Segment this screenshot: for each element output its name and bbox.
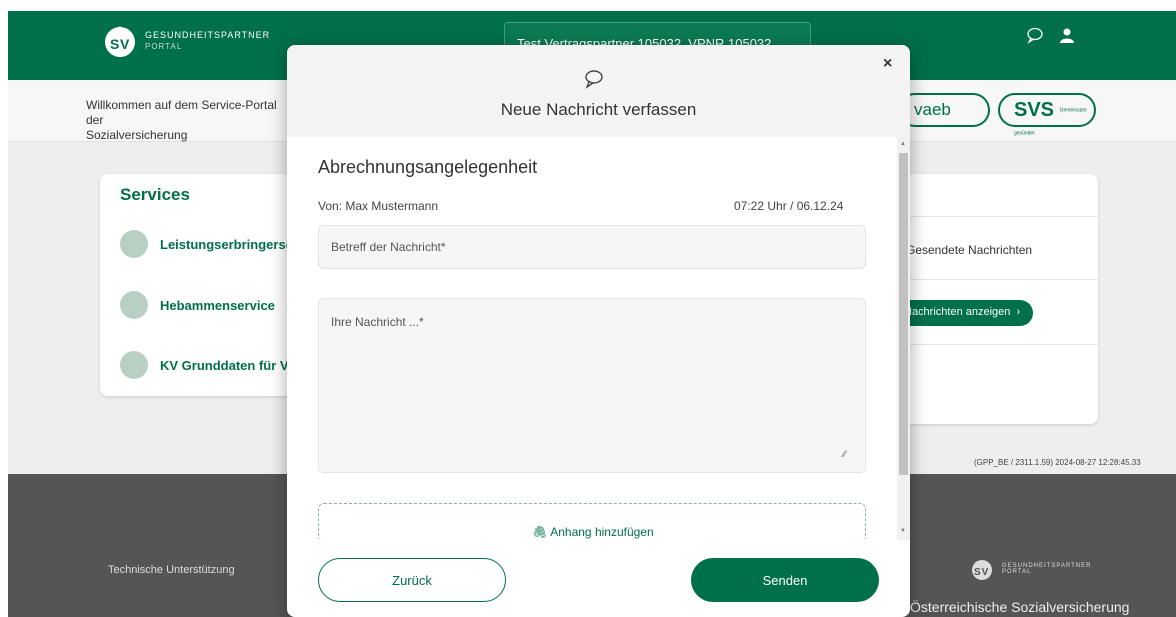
messages-card: Gesendete Nachrichten Nachrichten anzeig…	[888, 174, 1098, 424]
message-category-heading: Abrechnungsangelegenheit	[318, 157, 538, 177]
back-button[interactable]: Zurück	[318, 558, 506, 602]
dialog-body: Abrechnungsangelegenheit Von: Max Muster…	[287, 137, 910, 539]
sv-logo-icon: S V	[105, 26, 135, 57]
close-icon[interactable]: ×	[883, 55, 892, 73]
attachment-dropzone[interactable]: 🖇 Anhang hinzufügen	[318, 503, 866, 539]
send-button[interactable]: Senden	[691, 558, 879, 602]
svg-text:S: S	[110, 36, 119, 52]
portal-logo[interactable]: S V GESUNDHEITSPARTNER PORTAL	[103, 24, 270, 58]
chat-icon[interactable]	[1026, 26, 1044, 44]
footer-logo: SV GESUNDHEITSPARTNER PORTAL	[970, 557, 1091, 581]
version-info: (GPP_BE / 2311.1.59) 2024-08-27 12:28:45…	[974, 458, 1141, 467]
message-textarea[interactable]	[318, 298, 866, 473]
timestamp: 07:22 Uhr / 06.12.24	[734, 199, 844, 213]
paperclip-icon: 🖇	[532, 525, 548, 539]
scroll-thumb[interactable]	[899, 153, 908, 475]
technical-support-link[interactable]: Technische Unterstützung	[108, 564, 235, 576]
services-card: Services Leistungserbringerservice Hebam…	[100, 174, 377, 396]
divider	[888, 279, 1098, 280]
dialog-scrollbar[interactable]: ▲ ▼	[897, 137, 910, 540]
chat-bubble-icon	[585, 70, 603, 89]
dialog-header: Neue Nachricht verfassen ×	[287, 45, 910, 137]
divider	[888, 344, 1098, 345]
user-icon[interactable]	[1058, 26, 1076, 44]
brand-svs-logo[interactable]: SVS Gemeinsam gesünder.	[998, 93, 1096, 137]
svs-name: SVS	[1014, 99, 1055, 121]
logo-line-2: PORTAL	[145, 42, 183, 51]
svg-text:SV: SV	[974, 567, 989, 578]
sender-label: Von: Max Mustermann	[318, 199, 439, 213]
service-label: Hebammenservice	[160, 297, 275, 313]
sent-messages-label: Gesendete Nachrichten	[906, 243, 1033, 257]
compose-message-dialog: Neue Nachricht verfassen × Abrechnungsan…	[287, 45, 910, 617]
footer-logo-line-2: PORTAL	[1002, 569, 1032, 575]
resize-handle-icon[interactable]: ⁄⁄	[843, 449, 846, 459]
logo-line-1: GESUNDHEITSPARTNER	[145, 30, 271, 40]
footer-organization: Österreichische Sozialversicherung	[910, 599, 1130, 615]
service-icon	[120, 230, 148, 258]
logo-text: GESUNDHEITSPARTNER PORTAL	[145, 30, 270, 52]
welcome-text: Willkommen auf dem Service-Portal der So…	[86, 98, 277, 142]
services-title: Services	[120, 185, 190, 204]
add-attachment-label: Anhang hinzufügen	[550, 525, 654, 539]
scroll-down-arrow-icon[interactable]: ▼	[900, 528, 906, 534]
add-attachment-button[interactable]: 🖇 Anhang hinzufügen	[319, 525, 867, 539]
scroll-up-arrow-icon[interactable]: ▲	[900, 141, 906, 147]
brand-vaeb-logo[interactable]: vaeb	[898, 93, 990, 127]
show-messages-label: Nachrichten anzeigen	[904, 306, 1011, 318]
svg-text:V: V	[120, 36, 130, 52]
subject-input[interactable]	[318, 225, 866, 269]
dialog-title: Neue Nachricht verfassen	[500, 100, 697, 119]
divider	[888, 216, 1098, 217]
data-icon	[120, 351, 148, 379]
service-item-hebammen[interactable]: Hebammenservice	[120, 291, 275, 319]
midwife-icon	[120, 291, 148, 319]
sv-logo-icon: SV	[972, 560, 992, 580]
